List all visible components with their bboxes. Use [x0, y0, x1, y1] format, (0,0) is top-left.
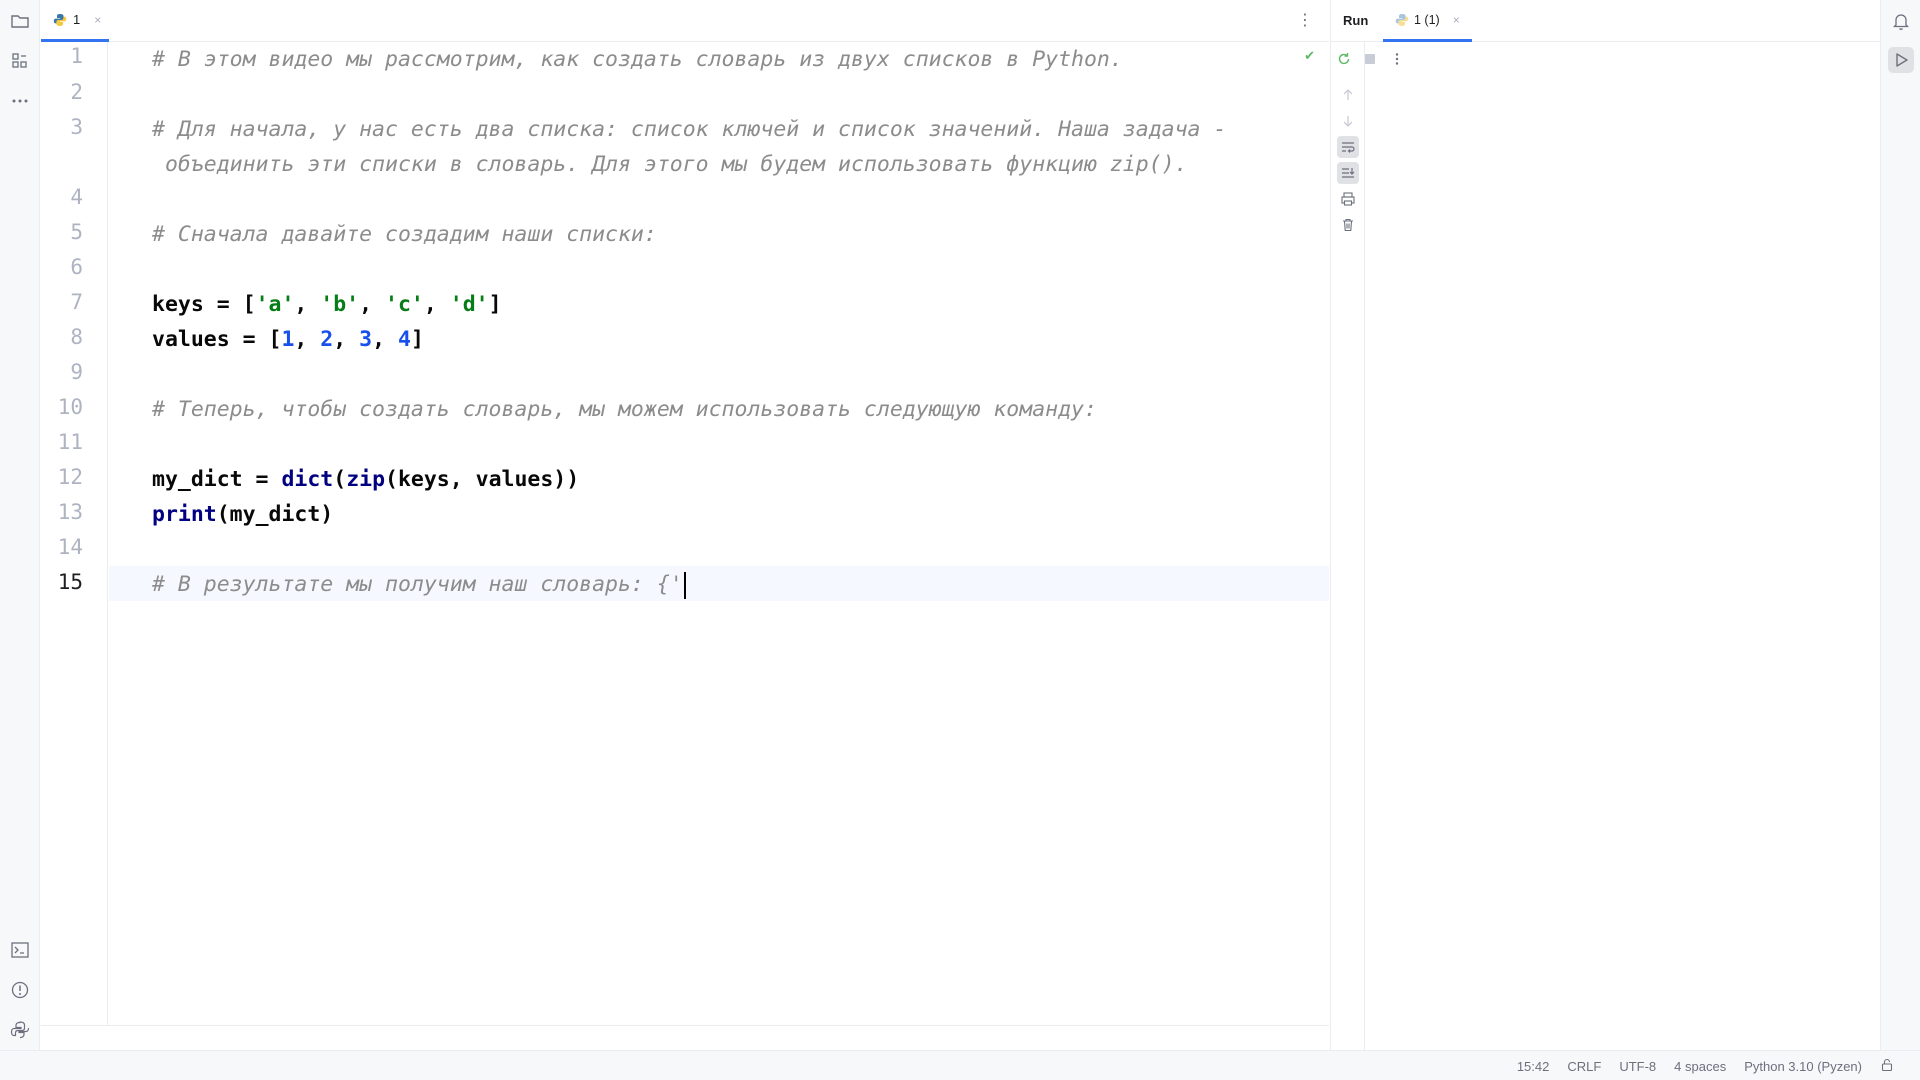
number-literal: 1 [281, 327, 295, 352]
string-literal: 'c' [385, 292, 424, 317]
run-play-icon[interactable] [1888, 47, 1914, 73]
code-token: , [359, 292, 386, 317]
code-line-15: # В результате мы получим наш словарь: {… [152, 567, 686, 602]
string-literal: 'b' [320, 292, 360, 317]
editor-tab-bar: 1 × ⋮ [41, 0, 1329, 42]
close-run-tab-icon[interactable]: × [1453, 13, 1460, 27]
code-token: keys = [ [152, 292, 256, 317]
line-number: 8 [70, 325, 83, 349]
comment-token: # В результате мы получим наш словарь: {… [152, 572, 683, 597]
builtin-token: zip [346, 467, 386, 492]
line-number: 11 [57, 430, 83, 454]
line-number-gutter: 1 2 3 4 5 6 7 8 9 10 11 12 13 14 15 [41, 42, 108, 1025]
run-tab-label: 1 (1) [1414, 12, 1440, 27]
python-file-icon [53, 13, 67, 26]
caret-position[interactable]: 15:42 [1517, 1059, 1550, 1074]
python-console-icon[interactable] [7, 1017, 33, 1043]
code-token: , [294, 292, 321, 317]
code-token: (keys, values)) [385, 467, 580, 492]
editor-tab-1[interactable]: 1 × [41, 0, 109, 42]
code-token: values = [ [152, 327, 282, 352]
status-bar: 15:42 CRLF UTF-8 4 spaces Python 3.10 (P… [0, 1050, 1920, 1080]
soft-wrap-icon[interactable] [1337, 136, 1359, 158]
right-tool-strip [1880, 0, 1920, 1050]
run-tool-window: Run 1 (1) × [1330, 0, 1881, 1050]
code-token: , [423, 292, 450, 317]
code-token: , [333, 327, 360, 352]
editor-pane: 1 × ⋮ 1 2 3 4 5 6 7 8 9 10 11 12 13 14 1… [41, 0, 1329, 1050]
lock-icon[interactable] [1880, 1058, 1894, 1075]
code-line-8: values = [1, 2, 3, 4] [152, 322, 424, 357]
line-number: 13 [57, 500, 83, 524]
project-folder-icon[interactable] [7, 8, 33, 34]
close-tab-icon[interactable]: × [94, 13, 101, 27]
file-encoding[interactable]: UTF-8 [1619, 1059, 1656, 1074]
line-number: 5 [70, 220, 83, 244]
scroll-to-end-icon[interactable] [1337, 162, 1359, 184]
run-window-title: Run [1343, 13, 1369, 28]
number-literal: 3 [359, 327, 373, 352]
builtin-token: print [152, 502, 217, 527]
editor-more-actions-icon[interactable]: ⋮ [1295, 9, 1315, 33]
code-line-10: # Теперь, чтобы создать словарь, мы може… [152, 397, 1097, 422]
run-header: Run 1 (1) × [1331, 0, 1881, 42]
python-interpreter[interactable]: Python 3.10 (Pyzen) [1744, 1059, 1862, 1074]
editor-tab-label: 1 [73, 12, 81, 27]
code-token: my_dict = [152, 467, 282, 492]
run-side-toolbar [1331, 42, 1365, 1050]
indent-setting[interactable]: 4 spaces [1674, 1059, 1726, 1074]
code-token: ] [410, 327, 424, 352]
text-caret [683, 571, 686, 599]
line-number: 3 [70, 115, 83, 139]
notifications-icon[interactable] [1888, 8, 1914, 34]
line-number: 10 [57, 395, 83, 419]
code-token: (my_dict) [216, 502, 334, 527]
line-number: 9 [70, 360, 83, 384]
line-number: 7 [70, 290, 83, 314]
code-token: , [372, 327, 398, 352]
code-line-5: # Сначала давайте создадим наши списки: [152, 222, 657, 247]
arrow-down-icon[interactable] [1337, 110, 1359, 132]
code-token: , [294, 327, 321, 352]
trash-icon[interactable] [1337, 214, 1359, 236]
code-line-3: # Для начала, у нас есть два списка: спи… [152, 117, 1227, 142]
code-line-7: keys = ['a', 'b', 'c', 'd'] [152, 287, 502, 322]
line-number: 12 [57, 465, 83, 489]
code-line-12: my_dict = dict(zip(keys, values)) [152, 462, 579, 497]
run-console-output[interactable] [1367, 76, 1877, 1046]
line-number: 1 [70, 44, 83, 68]
string-literal: 'a' [255, 292, 295, 317]
python-run-icon [1395, 13, 1409, 26]
string-literal: 'd' [449, 292, 489, 317]
line-separator[interactable]: CRLF [1567, 1059, 1601, 1074]
code-line-3-wrapped: объединить эти списки в словарь. Для это… [152, 152, 1188, 177]
code-line-13: print(my_dict) [152, 497, 333, 532]
current-line-number: 15 [57, 570, 83, 594]
inspection-ok-icon[interactable]: ✔ [1304, 48, 1315, 64]
left-tool-strip [0, 0, 40, 1050]
code-line-1: # В этом видео мы рассмотрим, как создат… [152, 47, 1123, 72]
more-tool-windows-icon[interactable] [7, 88, 33, 114]
line-number: 2 [70, 80, 83, 104]
code-token: ( [333, 467, 347, 492]
terminal-icon[interactable] [7, 937, 33, 963]
arrow-up-icon[interactable] [1337, 84, 1359, 106]
code-editor[interactable]: ✔ # В этом видео мы рассмотрим, как созд… [109, 42, 1329, 1025]
run-tab-1[interactable]: 1 (1) × [1383, 0, 1472, 42]
structure-icon[interactable] [7, 48, 33, 74]
editor-horizontal-scrollbar[interactable] [41, 1025, 1329, 1050]
number-literal: 2 [320, 327, 334, 352]
line-number: 4 [70, 185, 83, 209]
print-icon[interactable] [1337, 188, 1359, 210]
line-number: 6 [70, 255, 83, 279]
problems-icon[interactable] [7, 977, 33, 1003]
line-number: 14 [57, 535, 83, 559]
more-vertical-icon[interactable] [1386, 48, 1408, 70]
number-literal: 4 [397, 327, 411, 352]
code-token: ] [488, 292, 502, 317]
builtin-token: dict [281, 467, 334, 492]
